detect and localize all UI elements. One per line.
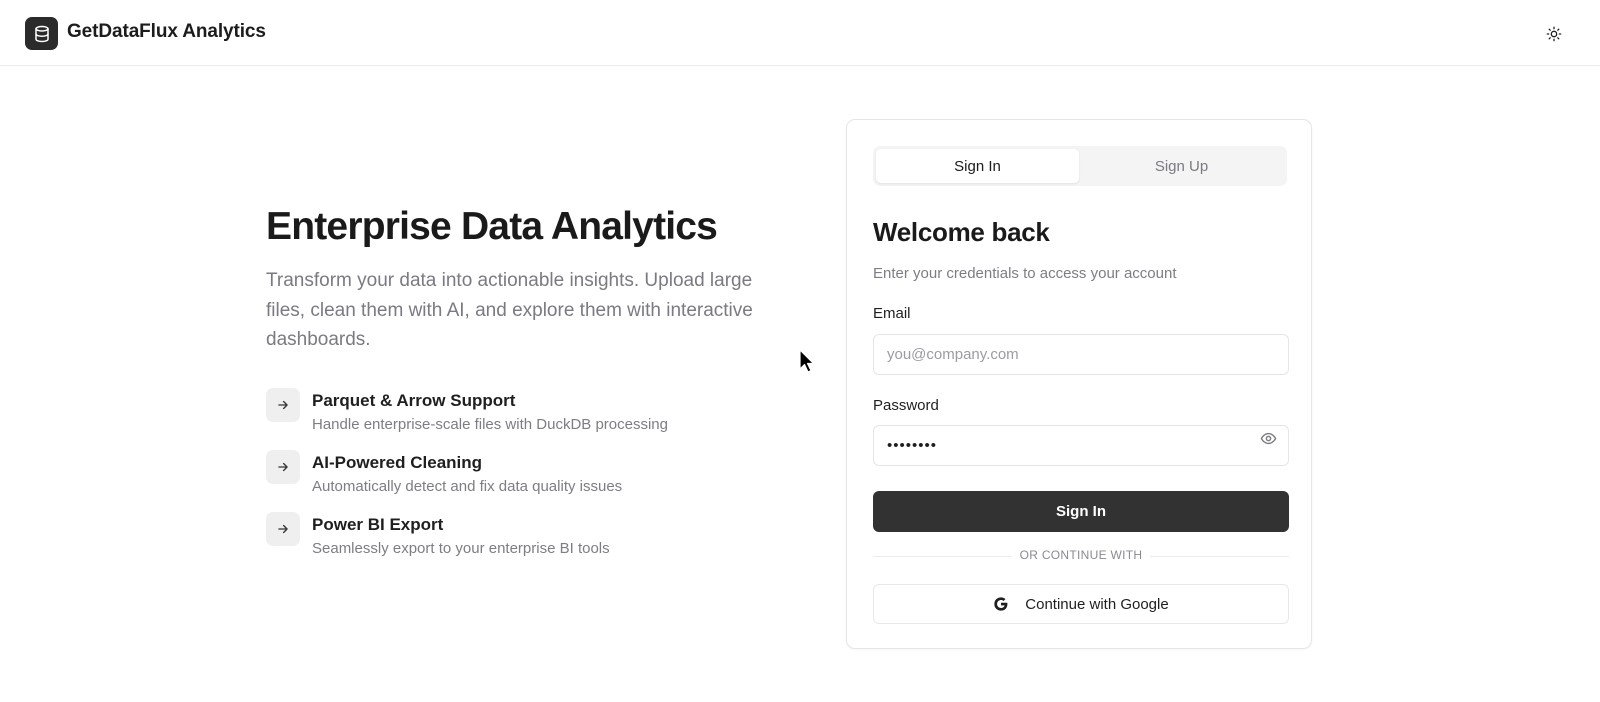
password-label: Password	[873, 397, 939, 414]
sun-icon	[1546, 26, 1562, 42]
google-sign-in-button[interactable]: Continue with Google	[873, 584, 1289, 624]
eye-icon	[1260, 432, 1276, 444]
feature-item: AI-Powered Cleaning Automatically detect…	[266, 450, 746, 500]
auth-tabs: Sign In Sign Up	[873, 146, 1287, 186]
feature-item: Parquet & Arrow Support Handle enterpris…	[266, 388, 746, 438]
auth-card: Sign In Sign Up Welcome back Enter your …	[846, 119, 1312, 649]
app-title: GetDataFlux Analytics	[67, 21, 266, 42]
hero-subtitle: Transform your data into actionable insi…	[266, 270, 753, 350]
google-icon	[994, 597, 1008, 611]
theme-toggle-button[interactable]	[1540, 20, 1568, 48]
hero-title: Enterprise Data Analytics	[266, 205, 718, 248]
divider-label: OR CONTINUE WITH	[873, 548, 1289, 562]
feature-description: Seamlessly export to your enterprise BI …	[312, 540, 610, 557]
feature-title: Parquet & Arrow Support	[312, 391, 516, 410]
top-header: GetDataFlux Analytics	[0, 0, 1600, 66]
tab-sign-up[interactable]: Sign Up	[1080, 149, 1283, 183]
email-field[interactable]	[873, 334, 1289, 375]
feature-item: Power BI Export Seamlessly export to you…	[266, 512, 746, 562]
arrow-right-icon	[266, 450, 300, 484]
password-field[interactable]	[873, 425, 1289, 466]
arrow-right-icon	[266, 512, 300, 546]
feature-title: AI-Powered Cleaning	[312, 453, 483, 472]
feature-description: Handle enterprise-scale files with DuckD…	[312, 416, 668, 433]
email-label: Email	[873, 305, 911, 322]
database-icon	[25, 17, 58, 50]
feature-description: Automatically detect and fix data qualit…	[312, 478, 623, 495]
card-heading: Welcome back	[873, 217, 1050, 247]
arrow-right-icon	[266, 388, 300, 422]
feature-title: Power BI Export	[312, 515, 444, 534]
mouse-cursor-icon	[799, 349, 815, 373]
tab-sign-in[interactable]: Sign In	[876, 149, 1079, 183]
google-button-label: Continue with Google	[1025, 595, 1169, 613]
show-password-button[interactable]	[1257, 427, 1279, 449]
sign-in-button[interactable]: Sign In	[873, 491, 1289, 532]
card-subheading: Enter your credentials to access your ac…	[873, 265, 1177, 282]
